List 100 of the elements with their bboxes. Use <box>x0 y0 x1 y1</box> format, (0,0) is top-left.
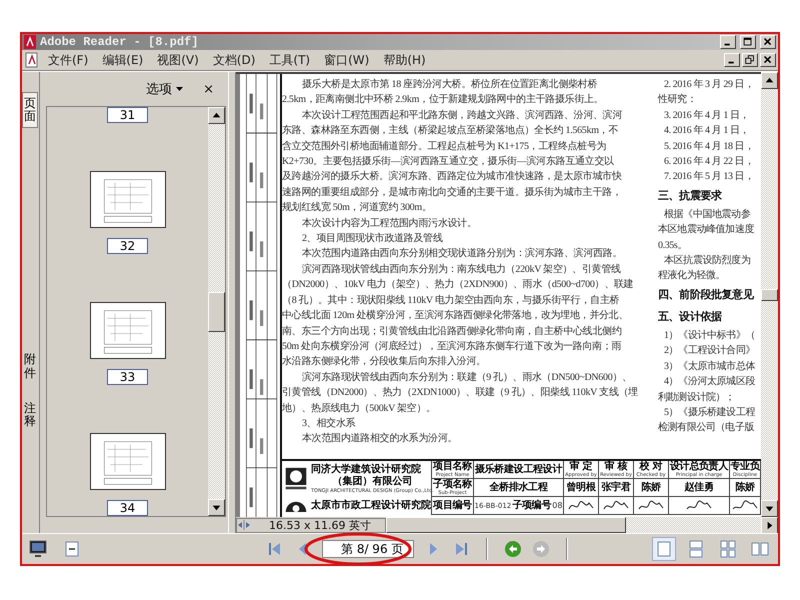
text-line: 本区抗震设防烈度为 <box>664 254 750 268</box>
minimize-icon[interactable] <box>720 35 736 49</box>
page-size-label: 16.53 x 11.69 英寸 <box>269 518 371 532</box>
thumbnail-label[interactable]: 31 <box>106 107 148 123</box>
text-line: 本次设计内容为工程范围内雨污水设计。 <box>302 216 477 231</box>
menu-item[interactable]: 编辑(E) <box>96 52 150 68</box>
menu-item[interactable]: 视图(V) <box>151 52 205 68</box>
menu-item[interactable]: 帮助(H) <box>377 52 432 68</box>
back-icon[interactable] <box>504 540 522 558</box>
text-line: （DN2000）、10kV 电力（架空）、热力（2XDN900）、雨水（d500~d700）、联建 <box>282 278 634 292</box>
text-line: 滨河西路现状管线由西向东分别为：南东线电力（220kV 架空）、引黄管线 <box>302 262 621 277</box>
menu-item[interactable]: 文件(F) <box>42 52 94 68</box>
text-line: 1）《设计中标书》（ <box>664 328 756 343</box>
scrollbar[interactable] <box>761 72 778 517</box>
text-line: 5. 2016 年 4 月 18 日， <box>664 140 754 154</box>
text-line: 3. 2016 年 4 月 1 日， <box>664 108 750 123</box>
scroll-thumb[interactable] <box>761 288 778 300</box>
close-icon[interactable] <box>760 35 776 49</box>
menu-item[interactable]: 工具(T) <box>263 52 316 68</box>
thumbnail-label[interactable]: 33 <box>106 369 148 385</box>
text-line: 根据《中国地震动参 <box>664 208 750 222</box>
section-heading: 四、前阶段批复意见 <box>658 286 754 303</box>
section-heading: 三、抗震要求 <box>658 188 722 204</box>
scroll-down-icon[interactable] <box>208 499 225 516</box>
role-name: 陈娇 <box>634 479 669 497</box>
options-menu[interactable]: 选项 <box>146 80 184 98</box>
title-block-label: 子项编号 <box>512 500 552 511</box>
text-line: 滨河东路现状管线由西向东分别为：联建（9 孔）、雨水（DN500~DN600）、 <box>302 370 632 385</box>
thumbnail-label[interactable]: 34 <box>106 500 148 516</box>
scroll-up-icon[interactable] <box>761 72 778 89</box>
text-line: 地）、热原线电力（500kV 架空）。 <box>282 402 436 416</box>
text-line: （8 孔）。其中：现状阳柴线 110kV 电力架空由西向东，与摄乐街平行，自主桥 <box>282 294 620 308</box>
page-layout-button[interactable] <box>652 537 676 561</box>
title-block-label: 项目编号 <box>432 497 474 515</box>
text-line: 含立交范围外引桥地面辅道部分。工程起点桩号为 K1+175，工程终点桩号为 <box>282 140 606 154</box>
scroll-up-icon[interactable] <box>208 107 225 124</box>
text-line: 本次设计工程范围西起和平北路东侧，跨越文兴路、滨河西路、汾河、滨河 <box>302 108 622 123</box>
text-line: 程液化为轻微。 <box>658 268 726 284</box>
title-block-cell: 全桥排水工程 <box>474 479 564 497</box>
role-name: 张宇君 <box>599 479 634 497</box>
text-line: 3、相交水系 <box>302 416 356 431</box>
role-name: 曾明根 <box>564 479 599 497</box>
section-heading: 五、设计依据 <box>658 308 722 325</box>
text-line: 摄乐大桥是太原市第 18 座跨汾河大桥。桥位所在位置距离北侧柴村桥 <box>302 78 598 92</box>
text-line: 南、东三个方向出现；引黄管线由北沿路西侧绿化带向南，自主桥中心线北侧约 <box>282 324 622 338</box>
maximize-icon[interactable] <box>740 35 756 49</box>
panel-splitter[interactable] <box>228 72 236 533</box>
text-line: 水沿路东侧绿化带，分段收集后向东排入汾河。 <box>282 354 486 370</box>
page-number-field[interactable]: 第 8/ 96 页 <box>322 540 414 558</box>
text-line: 2）《工程设计合同》 <box>664 344 756 358</box>
text-line: 本区地震动峰值加速度 <box>658 222 754 238</box>
text-line: 本次范围内道路由西向东分别相交现状道路分别为：滨河东路、滨河西路。 <box>302 246 622 262</box>
scroll-right-icon[interactable] <box>761 517 778 534</box>
title-block-cell: 摄乐桥建设工程设计 <box>474 461 564 479</box>
text-line: 7. 2016 年 5 月 13 日， <box>664 170 754 184</box>
text-line: 4. 2016 年 4 月 1 日， <box>664 124 750 138</box>
scroll-thumb[interactable] <box>208 292 225 332</box>
text-line: 利勘测设计院）； <box>658 390 735 404</box>
page-thumbnail[interactable] <box>90 302 166 359</box>
text-line: 引黄管线（DN2000）、热力（2XDN1000）、联建（9 孔）、阳柴线 110kV 支线（埋 <box>282 386 638 400</box>
thumbnail-label[interactable]: 32 <box>106 238 148 254</box>
text-line: 东路、森林路至东西侧，主线（桥梁起坡点至桥梁落地点）全长约 1.565km，不 <box>282 124 618 138</box>
restore-icon[interactable] <box>742 53 758 67</box>
close-panel-button[interactable]: × <box>203 82 214 96</box>
text-line: 及跨越汾河的摄乐大桥。滨河东路、西路定位为城市准快速路，是太原市城市快 <box>282 170 622 184</box>
menu-item[interactable]: 文档(D) <box>206 52 262 68</box>
text-line: 0.35s。 <box>658 238 687 253</box>
page-thumbnail[interactable] <box>90 171 166 228</box>
text-line: 本次范围内道路相交的水系为汾河。 <box>302 432 458 446</box>
text-line: 检测有限公司（电子版 <box>658 420 754 436</box>
window-title: Adobe Reader - [8.pdf] <box>40 35 200 49</box>
scrollbar[interactable] <box>208 107 225 516</box>
institute-name: 同济大学建筑设计研究院 <box>311 464 422 476</box>
text-line: 50m 处向东横穿汾河（河底经过），至滨河东路东侧车行道下改为一路向南；雨 <box>282 340 622 354</box>
close-icon[interactable] <box>760 53 776 67</box>
menu-item[interactable]: 窗口(W) <box>318 52 376 68</box>
text-line: 速路网的重要组成部分，是城市南北向交通的主要干道。摄乐街为城市主干路， <box>282 186 622 200</box>
caret-icon <box>176 87 184 91</box>
document-icon <box>24 52 40 68</box>
text-line: 5）《摄乐桥建设工程 <box>664 406 756 420</box>
text-line: K2+730。主要包括摄乐街—滨河西路互通立交，摄乐街—滨河东路互通立交以 <box>282 154 614 170</box>
text-line: 性研究： <box>658 92 696 108</box>
role-name: 赵佳勇 <box>669 479 730 497</box>
text-line: 6. 2016 年 4 月 22 日， <box>664 155 754 170</box>
minimize-icon[interactable] <box>724 53 740 67</box>
text-line: 2.5km，距离南侧北中环桥 2.9km，位于新建规划路网中的主干路摄乐街上。 <box>282 92 604 108</box>
side-tab[interactable]: 页面 <box>22 92 38 128</box>
text-line: 2. 2016 年 3 月 29 日， <box>664 78 754 92</box>
scroll-thumb[interactable] <box>386 517 626 533</box>
text-line: 2、项目周围现状市政道路及管线 <box>302 232 443 246</box>
app-icon <box>24 35 36 49</box>
page-thumbnail[interactable] <box>90 433 166 490</box>
institute-name: 太原市市政工程设计研究院 <box>311 500 431 512</box>
monitor-icon[interactable] <box>28 539 48 559</box>
text-line: 4）《汾河太原城区段 <box>664 374 756 390</box>
text-line: 中心线北面 120m 处横穿汾河，至滨河东路西侧绿化带落地，改为埋地，并分北、 <box>282 308 628 324</box>
institute-name: （集团）有限公司 <box>331 476 414 488</box>
sub-project-number: 08 <box>552 502 562 508</box>
text-line: 规划红线宽 50m，河道宽约 300m。 <box>282 200 432 216</box>
scroll-down-icon[interactable] <box>761 500 778 517</box>
